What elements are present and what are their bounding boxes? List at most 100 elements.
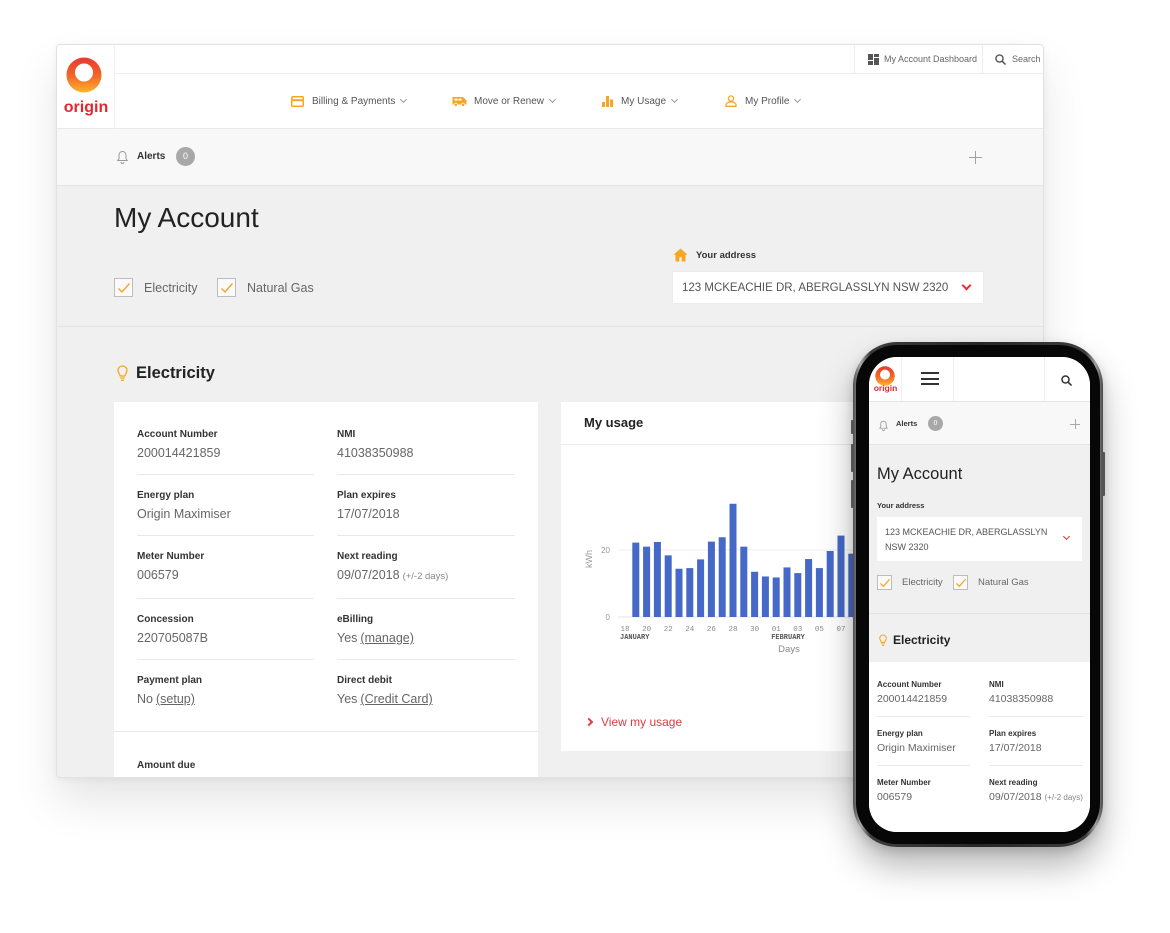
page-title: My Account <box>877 465 963 483</box>
address-label: Your address <box>696 249 757 261</box>
nav-my-usage[interactable]: My Usage <box>602 93 679 109</box>
field-note: (+/-2 days) <box>402 571 449 582</box>
chart-bar <box>772 577 780 617</box>
chart-bar <box>815 568 823 617</box>
alerts-count-badge: 0 <box>928 416 943 431</box>
direct-debit-credit-card-link[interactable]: (Credit Card) <box>360 692 432 706</box>
nav-move-or-renew[interactable]: Move or Renew <box>452 93 557 109</box>
phone-mute-switch <box>851 420 854 434</box>
x-tick-label: 30 <box>750 626 760 634</box>
chevron-right-icon <box>584 717 594 727</box>
field-value-row: Yes (Credit Card) <box>337 690 515 708</box>
chevron-down-icon <box>794 95 802 104</box>
x-tick-label: 28 <box>728 626 737 634</box>
electricity-checkbox-label[interactable]: Electricity <box>902 576 943 589</box>
nav-my-profile[interactable]: My Profile <box>725 93 802 109</box>
field-label: Plan expires <box>989 729 1037 738</box>
nav-label: My Profile <box>745 95 790 107</box>
alerts-bar: Alerts 0 <box>57 129 1043 186</box>
x-tick-label: 22 <box>664 626 673 634</box>
origin-logo[interactable]: origin <box>57 45 115 129</box>
mobile-origin-logo[interactable]: origin <box>869 357 902 401</box>
chevron-down-icon <box>961 280 972 291</box>
alerts-count-badge: 0 <box>176 147 195 166</box>
natural-gas-checkbox[interactable] <box>953 575 968 590</box>
chart-bar <box>675 568 683 617</box>
natural-gas-checkbox[interactable] <box>217 278 236 297</box>
chart-bar <box>664 555 672 617</box>
address-select[interactable]: 123 MCKEACHIE DR, ABERGLASSLYN NSW 2320 <box>672 271 984 304</box>
search-link[interactable]: Search <box>982 45 1043 73</box>
search-label: Search <box>1012 54 1041 64</box>
address-select[interactable]: 123 MCKEACHIE DR, ABERGLASSLYN NSW 2320 <box>877 517 1082 561</box>
field-direct-debit: Direct debit Yes (Credit Card) <box>337 672 515 720</box>
electricity-checkbox[interactable] <box>877 575 892 590</box>
natural-gas-checkbox-label[interactable]: Natural Gas <box>978 576 1029 589</box>
field-label: Account Number <box>137 429 218 440</box>
chart-x-ticks: 18JANUARY20 22 24 26 28 30 01FEBRUARY03 05 07 <box>620 626 846 642</box>
usage-card-title: My usage <box>584 415 644 430</box>
chevron-down-icon <box>1062 532 1071 541</box>
field-value-row: 09/07/2018 (+/-2 days) <box>337 566 515 586</box>
natural-gas-checkbox-label[interactable]: Natural Gas <box>247 280 314 296</box>
account-details-card: Account Number 200014421859 NMI 41038350… <box>114 402 538 777</box>
view-my-usage-link[interactable]: View my usage <box>584 715 683 729</box>
electricity-section-heading: Electricity <box>117 364 215 383</box>
phone-volume-down-button <box>851 480 854 508</box>
field-value-row: Yes (manage) <box>337 629 515 647</box>
electricity-checkbox-label[interactable]: Electricity <box>144 280 197 296</box>
chart-bar <box>729 503 737 617</box>
section-title: Electricity <box>136 364 215 382</box>
field-label: Energy plan <box>877 729 923 738</box>
field-value: 220705087B <box>137 631 208 645</box>
field-label: Payment plan <box>137 675 203 686</box>
chart-bar <box>707 541 715 617</box>
section-title: Electricity <box>893 633 951 647</box>
bell-icon <box>878 418 889 436</box>
field-label: Plan expires <box>337 490 396 501</box>
field-label: Next reading <box>337 551 398 562</box>
alerts-toggle[interactable]: Alerts <box>896 419 917 428</box>
field-account-number: Account Number 200014421859 <box>877 678 970 717</box>
expand-alerts-plus-icon[interactable] <box>969 151 982 164</box>
x-axis-label: Days <box>778 644 800 655</box>
chart-bar <box>751 571 759 617</box>
field-payment-plan: Payment plan No (setup) <box>137 672 314 720</box>
chart-bar <box>805 559 813 617</box>
electricity-checkbox[interactable] <box>114 278 133 297</box>
search-icon[interactable] <box>1061 373 1073 391</box>
alerts-toggle[interactable]: Alerts <box>137 151 165 163</box>
checkmark-icon <box>879 578 891 588</box>
moving-van-icon <box>452 96 467 107</box>
field-value: 41038350988 <box>989 693 1054 705</box>
field-value-row: No (setup) <box>137 690 314 708</box>
chart-bar <box>653 541 661 617</box>
expand-alerts-plus-icon[interactable] <box>1070 419 1080 429</box>
view-my-usage-label: View my usage <box>601 715 683 729</box>
search-icon <box>995 53 1006 65</box>
field-next-reading: Next reading 09/07/2018 (+/-2 days) <box>989 776 1083 815</box>
account-details-card: Account Number 200014421859 NMI 41038350… <box>869 662 1090 832</box>
field-label: Next reading <box>989 778 1038 787</box>
x-tick-label: 07 <box>836 626 845 634</box>
manage-ebilling-link[interactable]: (manage) <box>360 631 414 645</box>
utility-nav: My Account Dashboard Search <box>115 45 1043 74</box>
setup-payment-plan-link[interactable]: (setup) <box>156 692 195 706</box>
field-value: 17/07/2018 <box>337 507 400 521</box>
field-next-reading: Next reading 09/07/2018 (+/-2 days) <box>337 548 515 599</box>
section-divider <box>57 326 1043 327</box>
x-tick-label: 01 <box>772 626 782 634</box>
my-account-dashboard-link[interactable]: My Account Dashboard <box>854 45 982 73</box>
field-value: 006579 <box>877 791 913 803</box>
mobile-header: origin <box>869 357 1090 402</box>
dashboard-grid-icon <box>868 53 879 65</box>
chart-bar <box>783 567 791 617</box>
field-plan-expires: Plan expires 17/07/2018 <box>989 727 1083 766</box>
nav-billing-payments[interactable]: Billing & Payments <box>291 93 408 109</box>
origin-ring-logo-icon <box>66 57 102 93</box>
house-icon <box>673 248 688 262</box>
brand-wordmark: origin <box>63 99 109 116</box>
hamburger-menu-icon[interactable] <box>921 372 939 385</box>
account-fields: Account Number 200014421859 NMI 41038350… <box>869 662 1090 825</box>
x-tick-label: 26 <box>707 626 717 634</box>
